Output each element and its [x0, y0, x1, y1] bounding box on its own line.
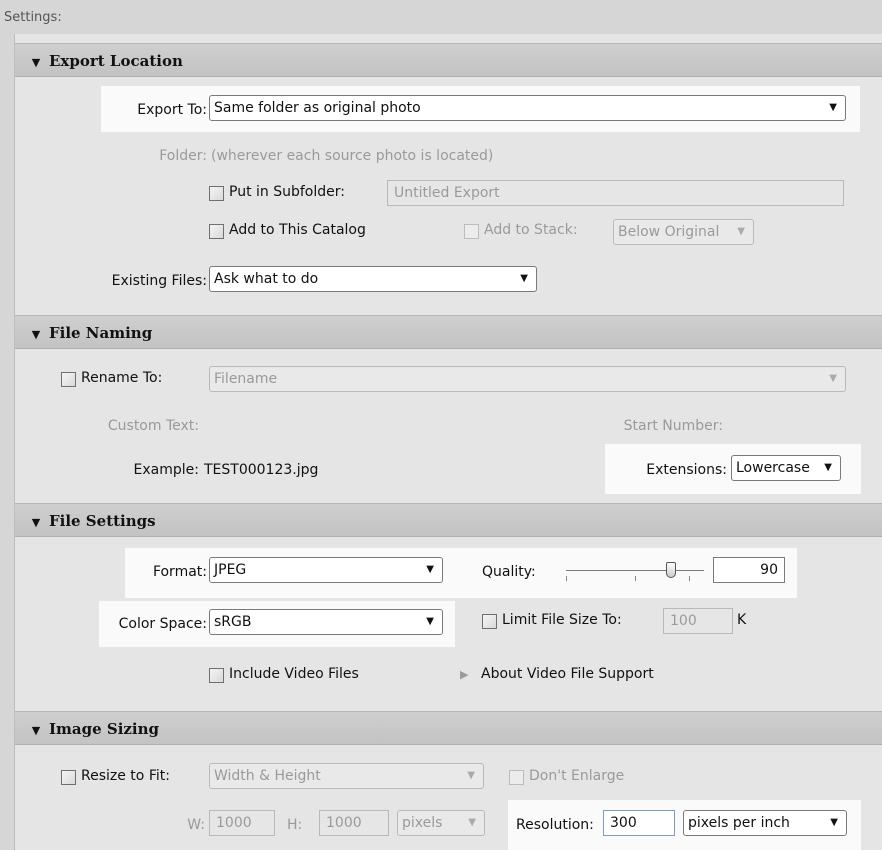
- resolution-unit-value: pixels per inch: [688, 815, 790, 831]
- chevron-down-icon: ▼: [829, 102, 837, 113]
- section-title: File Naming: [49, 324, 153, 342]
- quality-slider-thumb[interactable]: [666, 562, 676, 578]
- chevron-down-icon: ▼: [824, 462, 832, 473]
- existing-files-label: Existing Files:: [111, 273, 207, 289]
- existing-files-select[interactable]: Ask what to do ▼: [209, 266, 537, 292]
- resolution-unit-select[interactable]: pixels per inch ▼: [683, 810, 847, 836]
- rename-checkbox[interactable]: [61, 372, 76, 387]
- resolution-label: Resolution:: [516, 817, 594, 833]
- color-space-value: sRGB: [214, 614, 252, 630]
- about-video-link[interactable]: About Video File Support: [481, 666, 654, 682]
- folder-label: Folder:: [159, 148, 207, 164]
- rename-select[interactable]: Filename ▼: [209, 366, 846, 392]
- resize-checkbox[interactable]: [61, 770, 76, 785]
- subfolder-label: Put in Subfolder:: [229, 184, 345, 200]
- format-value: JPEG: [214, 562, 247, 578]
- resize-label: Resize to Fit:: [81, 768, 170, 784]
- resize-select[interactable]: Width & Height ▼: [209, 763, 484, 789]
- include-video-checkbox[interactable]: [209, 668, 224, 683]
- start-number-label: Start Number:: [623, 418, 723, 434]
- rename-label: Rename To:: [81, 370, 163, 386]
- section-title: File Settings: [49, 512, 156, 530]
- quality-slider-track[interactable]: [566, 570, 704, 571]
- section-title: Image Sizing: [49, 720, 160, 738]
- export-to-value: Same folder as original photo: [214, 100, 421, 116]
- triangle-down-icon[interactable]: ▼: [23, 46, 49, 80]
- chevron-down-icon: ▼: [426, 616, 434, 627]
- chevron-down-icon: ▼: [467, 770, 475, 781]
- format-label: Format:: [152, 564, 207, 580]
- subfolder-input[interactable]: Untitled Export: [387, 180, 844, 206]
- stack-value: Below Original: [618, 224, 720, 240]
- chevron-down-icon: ▼: [737, 226, 745, 237]
- dont-enlarge-checkbox[interactable]: [509, 770, 524, 785]
- chevron-down-icon: ▼: [520, 273, 528, 284]
- color-space-label: Color Space:: [118, 616, 207, 632]
- example-label: Example:: [133, 462, 199, 478]
- height-input[interactable]: 1000: [319, 810, 389, 836]
- width-input[interactable]: 1000: [209, 810, 275, 836]
- slider-tick: [635, 576, 636, 581]
- rename-value: Filename: [214, 371, 278, 387]
- slider-tick: [689, 576, 690, 581]
- height-label: H:: [287, 817, 303, 833]
- existing-files-value: Ask what to do: [214, 271, 319, 287]
- section-title: Export Location: [49, 52, 183, 70]
- slider-tick: [566, 576, 567, 581]
- color-space-select[interactable]: sRGB ▼: [209, 609, 443, 635]
- limit-size-input[interactable]: 100: [663, 608, 733, 634]
- limit-size-unit: K: [737, 612, 747, 628]
- units-select[interactable]: pixels ▼: [397, 810, 485, 836]
- section-export-location[interactable]: ▼ Export Location: [15, 43, 882, 77]
- section-file-settings[interactable]: ▼ File Settings: [15, 503, 882, 537]
- chevron-down-icon: ▼: [426, 564, 434, 575]
- dont-enlarge-label: Don't Enlarge: [529, 768, 625, 784]
- limit-size-checkbox[interactable]: [482, 614, 497, 629]
- chevron-down-icon: ▼: [830, 817, 838, 828]
- extensions-label: Extensions:: [646, 462, 727, 478]
- triangle-down-icon[interactable]: ▼: [23, 506, 49, 540]
- settings-label: Settings:: [4, 10, 62, 25]
- export-to-label: Export To:: [137, 102, 207, 118]
- extensions-value: Lowercase: [736, 460, 810, 476]
- add-catalog-checkbox[interactable]: [209, 224, 224, 239]
- chevron-down-icon: ▼: [829, 373, 837, 384]
- width-label: W:: [187, 817, 205, 833]
- include-video-label: Include Video Files: [229, 666, 359, 682]
- resolution-input[interactable]: 300: [603, 810, 675, 836]
- resize-value: Width & Height: [214, 768, 321, 784]
- triangle-down-icon[interactable]: ▼: [23, 714, 49, 748]
- add-stack-checkbox[interactable]: [464, 224, 479, 239]
- settings-panel: ▼ Export Location Export To: Same folder …: [14, 34, 882, 850]
- triangle-down-icon[interactable]: ▼: [23, 318, 49, 352]
- subfolder-checkbox[interactable]: [209, 186, 224, 201]
- section-file-naming[interactable]: ▼ File Naming: [15, 315, 882, 349]
- stack-select[interactable]: Below Original ▼: [613, 219, 754, 245]
- add-catalog-label: Add to This Catalog: [229, 222, 366, 238]
- folder-value: (wherever each source photo is located): [211, 148, 494, 164]
- quality-label: Quality:: [482, 564, 536, 580]
- extensions-select[interactable]: Lowercase ▼: [731, 455, 841, 481]
- quality-input[interactable]: 90: [713, 557, 785, 583]
- add-stack-label: Add to Stack:: [484, 222, 578, 238]
- limit-size-label: Limit File Size To:: [502, 612, 622, 628]
- units-value: pixels: [402, 815, 443, 831]
- play-triangle-icon[interactable]: ▶: [460, 668, 468, 681]
- chevron-down-icon: ▼: [468, 817, 476, 828]
- section-image-sizing[interactable]: ▼ Image Sizing: [15, 711, 882, 745]
- example-value: TEST000123.jpg: [204, 462, 319, 478]
- custom-text-label: Custom Text:: [107, 418, 199, 434]
- format-select[interactable]: JPEG ▼: [209, 557, 443, 583]
- export-to-select[interactable]: Same folder as original photo ▼: [209, 95, 846, 121]
